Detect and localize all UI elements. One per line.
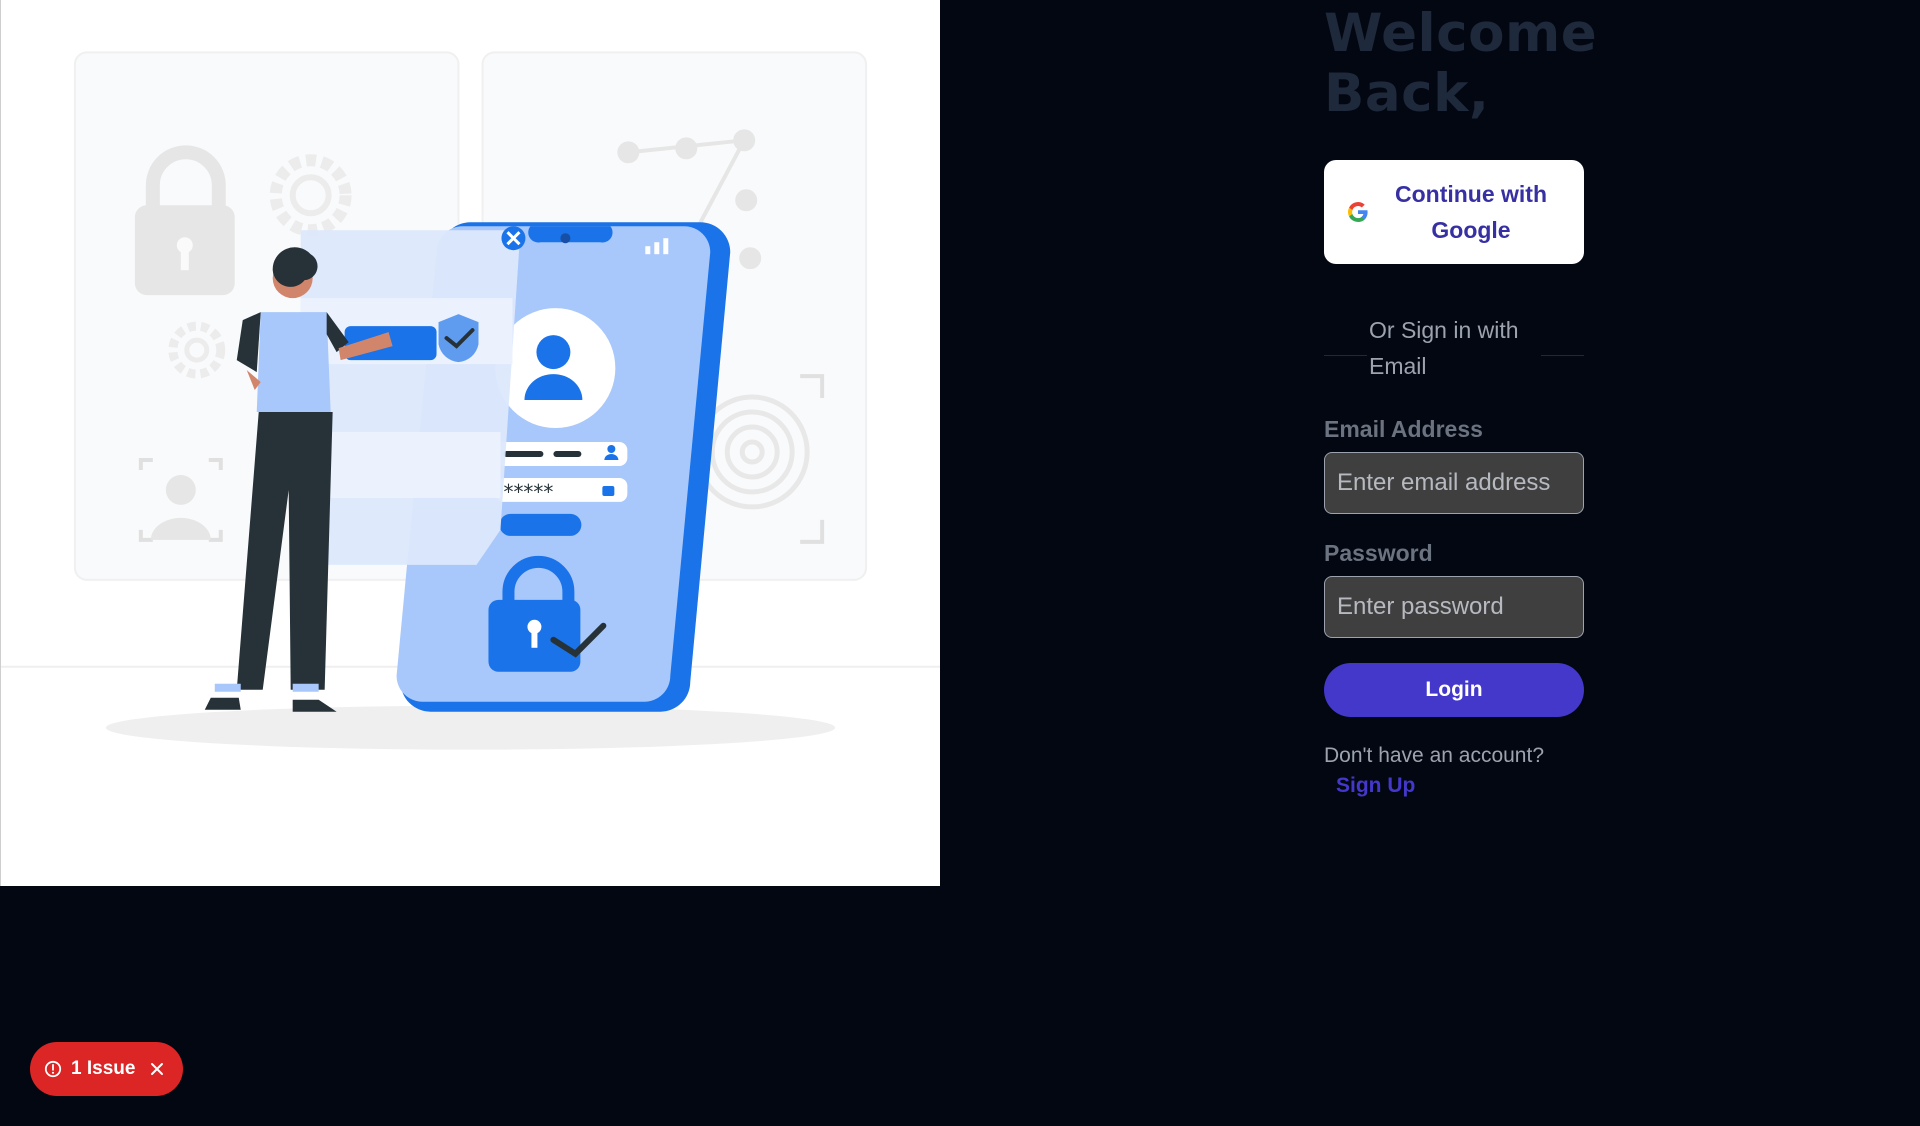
sign-up-link[interactable]: Sign Up (1336, 771, 1415, 801)
issue-count-label: 1 Issue (71, 1058, 136, 1079)
secure-login-illustration: ***** (1, 51, 940, 750)
password-input[interactable] (1324, 576, 1584, 638)
page-title: Welcome Back, (1324, 3, 1598, 124)
svg-text:*****: ***** (503, 480, 553, 504)
login-button[interactable]: Login (1324, 663, 1584, 717)
login-illustration: ***** (0, 0, 940, 886)
divider-text: Or Sign in with Email (1369, 317, 1519, 379)
email-signin-divider: Or Sign in with Email (1324, 312, 1584, 384)
signup-prompt-row: Don't have an account? Sign Up (1324, 741, 1584, 801)
alert-circle-icon (44, 1060, 62, 1078)
login-form: Welcome Back, Continue with Google Or Si… (1324, 0, 1598, 801)
close-icon[interactable] (149, 1061, 165, 1077)
email-label: Email Address (1324, 416, 1483, 442)
email-input[interactable] (1324, 452, 1584, 514)
issue-badge[interactable]: 1 Issue (30, 1042, 183, 1096)
continue-with-google-label: Continue with Google (1394, 181, 1548, 243)
password-label: Password (1324, 540, 1433, 566)
divider-line-right (1541, 354, 1584, 356)
signup-prompt-text: Don't have an account? (1324, 744, 1544, 767)
google-g-icon (1348, 202, 1368, 223)
continue-with-google-button[interactable]: Continue with Google (1324, 160, 1584, 264)
divider-line-left (1324, 354, 1367, 356)
